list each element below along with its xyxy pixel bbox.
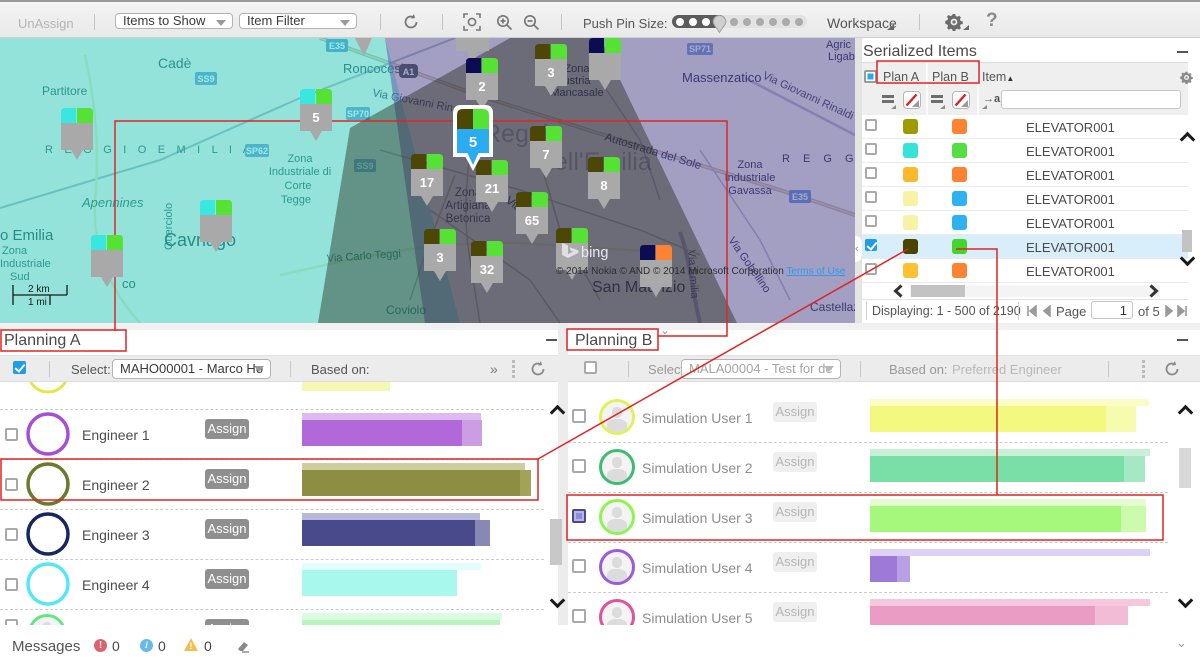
svg-text:8: 8: [600, 178, 607, 193]
svg-text:2: 2: [478, 79, 485, 94]
svg-text:7: 7: [542, 147, 549, 162]
svg-text:5: 5: [469, 134, 477, 151]
svg-text:17: 17: [420, 175, 434, 190]
svg-text:65: 65: [525, 213, 539, 228]
svg-text:2 km: 2 km: [28, 284, 50, 295]
svg-text:32: 32: [480, 262, 494, 277]
svg-text:3: 3: [436, 250, 443, 265]
svg-text:1 mi: 1 mi: [28, 297, 47, 307]
svg-text:3: 3: [547, 65, 554, 80]
svg-text:21: 21: [485, 181, 499, 196]
svg-text:bing: bing: [581, 245, 608, 261]
svg-text:5: 5: [312, 110, 319, 125]
